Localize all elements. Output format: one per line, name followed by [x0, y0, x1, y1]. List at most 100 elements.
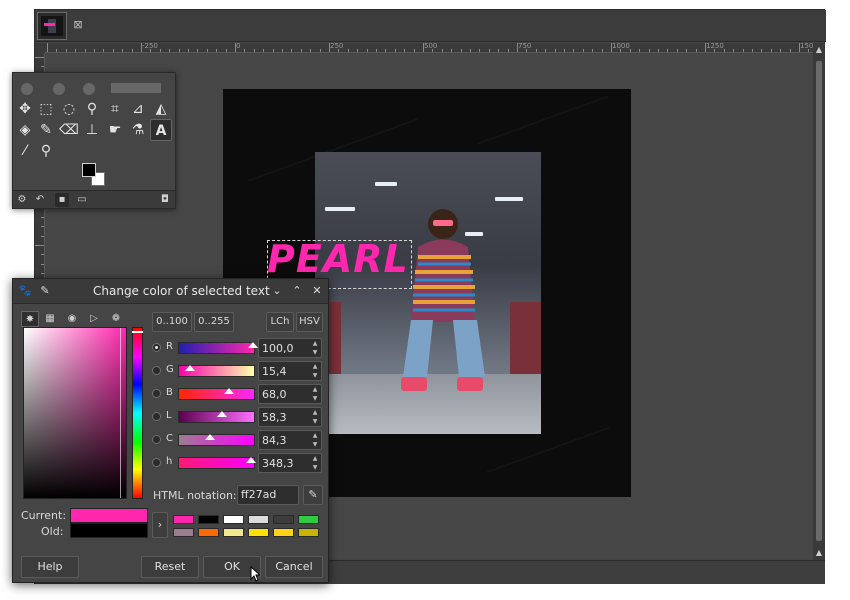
move-tool-icon[interactable]: ✥ [14, 98, 36, 120]
reset-button[interactable]: Reset [141, 556, 199, 578]
channel-slider[interactable] [178, 457, 255, 469]
watercolor-selector-tab-icon[interactable]: ❁ [107, 311, 125, 327]
clone-icon[interactable]: ⊥ [81, 119, 103, 141]
images-tab-icon[interactable]: ▪ [55, 193, 69, 207]
channel-value-spinbox[interactable]: 100,0 ▲ ▼ [258, 338, 322, 358]
history-color-swatch[interactable] [248, 515, 269, 524]
foreground-color-swatch[interactable] [82, 163, 96, 177]
spin-up-icon[interactable]: ▲ [311, 386, 319, 394]
tool-options-icon[interactable]: ⚙ [15, 193, 29, 207]
lch-button[interactable]: LCh [266, 312, 294, 332]
channel-value[interactable]: 348,3 [262, 457, 294, 470]
help-button[interactable]: Help [21, 556, 79, 578]
channel-value-spinbox[interactable]: 84,3 ▲ ▼ [258, 430, 322, 450]
color-picker-icon[interactable]: ⁄ [14, 140, 36, 162]
channel-slider-marker[interactable] [184, 365, 195, 371]
channel-value[interactable]: 58,3 [262, 411, 287, 424]
history-color-swatch[interactable] [198, 515, 219, 524]
channel-slider-marker[interactable] [204, 434, 215, 440]
brushes-tab-icon[interactable]: ▭ [75, 193, 89, 207]
image-tab[interactable] [37, 12, 67, 40]
gimp-selector-tab-icon[interactable]: ✸ [21, 311, 39, 327]
history-color-swatch[interactable] [273, 528, 294, 537]
history-color-swatch[interactable] [298, 528, 319, 537]
channel-value-spinbox[interactable]: 348,3 ▲ ▼ [258, 453, 322, 473]
triangle-selector-tab-icon[interactable]: ▷ [85, 311, 103, 327]
pin-icon[interactable]: ✎ [37, 283, 53, 299]
warp-transform-icon[interactable]: ◭ [150, 98, 172, 120]
channel-slider-marker[interactable] [248, 342, 258, 348]
chevron-up-icon[interactable]: ⌃ [289, 283, 305, 299]
history-color-swatch[interactable] [298, 515, 319, 524]
paintbrush-icon[interactable]: ✎ [35, 119, 57, 141]
channel-radio[interactable] [152, 435, 161, 444]
history-color-swatch[interactable] [223, 528, 244, 537]
cmyk-selector-tab-icon[interactable]: ▦ [41, 311, 59, 327]
dodge-burn-icon[interactable]: ⚗ [127, 119, 149, 141]
channel-value-spinbox[interactable]: 58,3 ▲ ▼ [258, 407, 322, 427]
spin-up-icon[interactable]: ▲ [311, 432, 319, 440]
channel-radio[interactable] [152, 343, 161, 352]
history-color-swatch[interactable] [273, 515, 294, 524]
unified-transform-icon[interactable]: ⊿ [127, 98, 149, 120]
channel-value[interactable]: 15,4 [262, 365, 287, 378]
history-color-swatch[interactable] [173, 515, 194, 524]
close-icon[interactable]: ⊠ [72, 19, 84, 31]
eyedropper-icon[interactable]: ✎ [303, 485, 323, 505]
channel-slider[interactable] [178, 342, 255, 354]
spin-down-icon[interactable]: ▼ [311, 372, 319, 380]
hsv-button[interactable]: HSV [296, 312, 323, 332]
zoom-icon[interactable]: ⚲ [35, 140, 57, 162]
history-color-swatch[interactable] [173, 528, 194, 537]
channel-value-spinbox[interactable]: 15,4 ▲ ▼ [258, 361, 322, 381]
scroll-up-icon[interactable]: ▲ [815, 46, 823, 54]
bucket-fill-icon[interactable]: ◈ [14, 119, 36, 141]
range-0-100-button[interactable]: 0..100 [152, 312, 192, 332]
channel-slider-marker[interactable] [224, 388, 234, 394]
range-0-255-button[interactable]: 0..255 [194, 312, 234, 332]
rect-select-icon[interactable]: ⬚ [35, 98, 57, 120]
channel-radio[interactable] [152, 366, 161, 375]
smudge-icon[interactable]: ☛ [104, 119, 126, 141]
channel-value[interactable]: 100,0 [262, 342, 294, 355]
undo-history-icon[interactable]: ↶ [33, 193, 47, 207]
vertical-scrollbar[interactable]: ▲ ▲ [813, 43, 825, 560]
spin-up-icon[interactable]: ▲ [311, 363, 319, 371]
horizontal-ruler[interactable]: -250 0 250 500 750 1000 1250 1500 [45, 43, 813, 53]
spin-down-icon[interactable]: ▼ [311, 464, 319, 472]
chevron-right-icon[interactable]: › [152, 512, 168, 538]
spin-down-icon[interactable]: ▼ [311, 349, 319, 357]
spin-down-icon[interactable]: ▼ [311, 418, 319, 426]
channel-slider-marker[interactable] [216, 411, 227, 417]
history-color-swatch[interactable] [248, 528, 269, 537]
channel-value[interactable]: 68,0 [262, 388, 287, 401]
wheel-selector-tab-icon[interactable]: ◉ [63, 311, 81, 327]
close-icon[interactable]: ✕ [309, 283, 325, 299]
cancel-button[interactable]: Cancel [265, 556, 323, 578]
channel-slider[interactable] [178, 434, 255, 446]
channel-slider[interactable] [178, 388, 255, 400]
channel-radio[interactable] [152, 389, 161, 398]
spin-up-icon[interactable]: ▲ [311, 409, 319, 417]
crop-icon[interactable]: ⌗ [104, 98, 126, 120]
ruler-corner[interactable] [35, 43, 45, 53]
spin-up-icon[interactable]: ▲ [311, 340, 319, 348]
scrollbar-thumb[interactable] [816, 61, 822, 541]
fuzzy-select-icon[interactable]: ⚲ [81, 98, 103, 120]
channel-radio[interactable] [152, 412, 161, 421]
dialog-titlebar[interactable]: 🐾 ✎ Change color of selected text ⌄ ⌃ ✕ [13, 279, 328, 304]
spin-up-icon[interactable]: ▲ [311, 455, 319, 463]
html-notation-input[interactable]: ff27ad [237, 485, 299, 505]
channel-value-spinbox[interactable]: 68,0 ▲ ▼ [258, 384, 322, 404]
eraser-icon[interactable]: ⌫ [58, 119, 80, 141]
channel-value[interactable]: 84,3 [262, 434, 287, 447]
scroll-down-icon[interactable]: ▲ [815, 549, 823, 557]
history-color-swatch[interactable] [223, 515, 244, 524]
spin-down-icon[interactable]: ▼ [311, 395, 319, 403]
hue-slider[interactable] [132, 327, 143, 499]
free-select-icon[interactable]: ◌ [58, 98, 80, 120]
spin-down-icon[interactable]: ▼ [311, 441, 319, 449]
panel-menu-icon[interactable]: ◘ [158, 193, 172, 207]
text-tool-icon[interactable]: A [150, 119, 172, 141]
channel-slider-marker[interactable] [245, 457, 256, 463]
